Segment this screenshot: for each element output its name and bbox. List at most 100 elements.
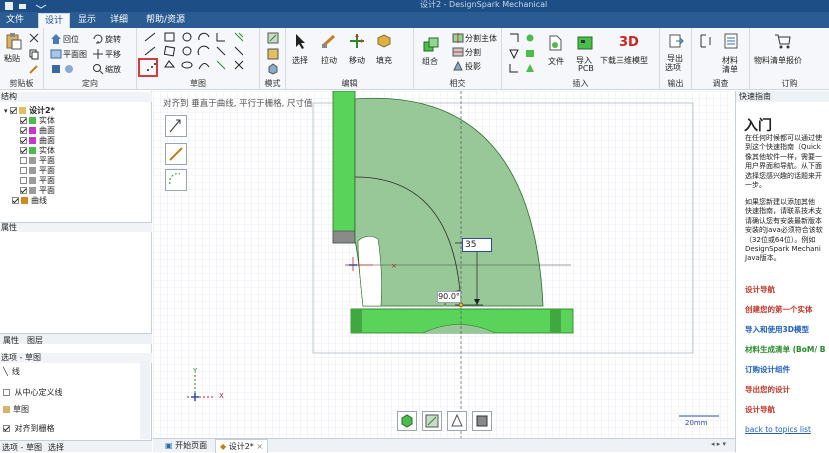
back-to-topics-link[interactable]: back to topics list <box>745 425 811 434</box>
combine-icon[interactable] <box>422 36 440 54</box>
zoom-icon[interactable] <box>92 63 104 75</box>
view-tool-solid[interactable] <box>397 411 417 431</box>
view-tool-section[interactable] <box>447 411 467 431</box>
move-button[interactable]: 移动 <box>349 55 365 66</box>
tab-properties[interactable]: 属性 <box>3 335 19 346</box>
quick-start-topic-link[interactable]: 设计导航 <box>745 284 775 295</box>
select-icon[interactable] <box>292 32 310 50</box>
option-from-center[interactable]: 从中心定义线 <box>3 388 63 398</box>
design-canvas[interactable]: × 对齐到 垂直于曲线, 平行于栅格, 尺寸值 35 90.0° Y X 20m… <box>153 91 730 438</box>
rotate-button[interactable]: 旋转 <box>105 34 121 45</box>
view-cube-icon[interactable] <box>50 63 62 75</box>
quick-start-topic-link[interactable]: 材料生成清单 (BoM/ B <box>745 344 825 355</box>
visibility-checkbox[interactable] <box>20 157 27 164</box>
tab-detail[interactable]: 详细 <box>104 13 134 28</box>
insert-shape-tools[interactable] <box>508 32 536 76</box>
insert-file-button[interactable]: 文件 <box>548 56 564 67</box>
export-icon[interactable] <box>667 32 685 50</box>
cart-icon[interactable] <box>774 32 792 50</box>
3d-download-icon[interactable]: 3D <box>618 32 642 50</box>
pull-button[interactable]: 拉动 <box>321 55 337 66</box>
sketch-mode-icon[interactable] <box>267 32 279 44</box>
visibility-checkbox[interactable] <box>20 187 27 194</box>
quick-start-topic-link[interactable]: 导出您的设计 <box>745 384 790 395</box>
tab-design2[interactable]: ◆ 设计2* × <box>215 439 269 453</box>
zoom-button[interactable]: 缩放 <box>105 64 121 75</box>
visibility-checkbox[interactable] <box>12 197 19 204</box>
option-line[interactable]: ╲ 线 <box>3 367 20 377</box>
tree-item[interactable]: 实体 <box>20 146 55 156</box>
cut-icon[interactable] <box>28 32 40 44</box>
quick-start-topic-link[interactable]: 订购设计组件 <box>745 364 790 375</box>
paste-icon[interactable] <box>4 32 22 50</box>
quick-start-topic-link[interactable]: 创建您的第一个实体 <box>745 304 813 315</box>
visibility-checkbox[interactable] <box>20 117 27 124</box>
options-scrollbar[interactable] <box>140 361 150 439</box>
view-tool-3d[interactable] <box>472 411 492 431</box>
mini-tool-line[interactable] <box>165 143 187 165</box>
project-icon[interactable] <box>452 60 464 72</box>
tree-item[interactable]: 平面 <box>20 156 55 166</box>
quick-start-topic-link[interactable]: 导入和使用3D模型 <box>745 324 809 335</box>
tree-item[interactable]: 平面 <box>20 166 55 176</box>
fill-button[interactable]: 填充 <box>376 55 392 66</box>
fill-icon[interactable] <box>375 32 393 50</box>
tab-options-sketch[interactable]: 选项 - 草图 <box>2 442 42 453</box>
option-snap-to-grid[interactable]: 对齐到栅格 <box>3 424 55 434</box>
section-mode-icon[interactable] <box>267 48 279 60</box>
measure-icon[interactable] <box>698 32 716 50</box>
move-icon[interactable] <box>348 32 366 50</box>
angle-value[interactable]: 90.0° <box>437 291 461 303</box>
tab-scroll-arrows[interactable]: ◂ ▸ ▾ <box>711 440 726 448</box>
mini-tool-orient[interactable] <box>165 169 187 191</box>
copy-icon[interactable] <box>28 48 40 60</box>
home-button[interactable]: 回位 <box>63 34 79 45</box>
tab-help-resources[interactable]: 帮助/资源 <box>140 13 191 28</box>
split-body-icon[interactable] <box>452 32 464 44</box>
combine-button[interactable]: 组合 <box>422 56 438 67</box>
close-icon[interactable]: × <box>256 442 263 451</box>
split-body-button[interactable]: 分割主体 <box>465 33 497 44</box>
plan-view-button[interactable]: 平面图 <box>63 49 87 60</box>
quick-access-toolbar[interactable] <box>4 1 124 11</box>
tab-start-page[interactable]: ▣ 开始页面 <box>161 440 211 452</box>
pan-button[interactable]: 平移 <box>105 49 121 60</box>
plan-view-icon[interactable] <box>50 48 62 60</box>
tree-root[interactable]: ▾ 设计2* <box>4 106 55 116</box>
bom-list-button[interactable]: 清单 <box>722 64 738 75</box>
dimension-input[interactable]: 35 <box>462 238 492 252</box>
rotate-icon[interactable] <box>92 33 104 45</box>
select-button[interactable]: 选择 <box>292 55 308 66</box>
paste-button[interactable]: 粘贴 <box>4 53 20 64</box>
view-tool-sketch[interactable] <box>422 411 442 431</box>
insert-file-icon[interactable] <box>546 34 564 52</box>
visibility-checkbox[interactable] <box>20 147 27 154</box>
tree-item[interactable]: 实体 <box>20 116 55 126</box>
bom-quote-button[interactable]: 物料清单报价 <box>754 55 802 66</box>
format-painter-icon[interactable] <box>28 64 40 76</box>
3d-mode-icon[interactable] <box>267 63 279 75</box>
project-button[interactable]: 投影 <box>465 61 481 72</box>
menu-file[interactable]: 文件 <box>0 13 30 28</box>
tree-item[interactable]: 曲面 <box>20 126 55 136</box>
download-3d-model-button[interactable]: 下载三维模型 <box>600 55 648 66</box>
mini-tool-select[interactable] <box>165 115 187 137</box>
split-icon[interactable] <box>452 46 464 58</box>
pull-icon[interactable] <box>320 32 338 50</box>
tab-layers[interactable]: 图层 <box>27 335 43 346</box>
sketch-tools[interactable] <box>143 31 257 77</box>
tree-item[interactable]: 曲面 <box>20 136 55 146</box>
import-pcb-icon[interactable] <box>576 34 594 52</box>
visibility-checkbox[interactable] <box>20 137 27 144</box>
tree-item[interactable]: 平面 <box>20 186 55 196</box>
tab-design[interactable]: 设计 <box>38 13 71 28</box>
tree-item[interactable]: 曲线 <box>12 196 47 206</box>
tree-item[interactable]: 平面 <box>20 176 55 186</box>
bom-icon[interactable] <box>722 32 740 50</box>
visibility-checkbox[interactable] <box>20 167 27 174</box>
tab-display[interactable]: 显示 <box>72 13 102 28</box>
tab-selection[interactable]: 选择 <box>48 442 64 453</box>
display-style-icon[interactable] <box>63 63 75 75</box>
option-grid[interactable]: 草图 <box>3 405 29 415</box>
pan-icon[interactable] <box>92 48 104 60</box>
